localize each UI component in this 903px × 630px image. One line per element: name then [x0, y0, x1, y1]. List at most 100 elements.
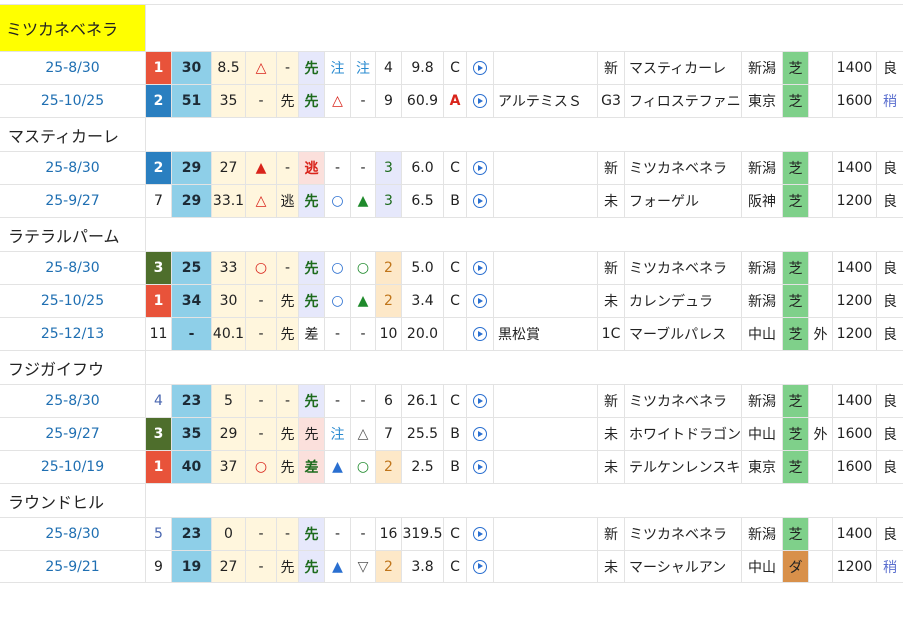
- finish-rank: 3: [145, 418, 171, 450]
- course: 新潟: [741, 285, 782, 317]
- distance: 1200: [832, 185, 876, 217]
- winner-name[interactable]: テルケンレンスキー: [624, 451, 741, 483]
- mark-3: ▲: [324, 451, 350, 483]
- running-position: 先: [298, 385, 324, 417]
- track-condition: 稍: [876, 551, 903, 582]
- video-play-button[interactable]: [466, 52, 493, 84]
- race-date-link[interactable]: 25-8/30: [0, 385, 145, 417]
- race-name: [493, 518, 597, 550]
- grade: C: [443, 518, 466, 550]
- video-play-button[interactable]: [466, 318, 493, 350]
- video-play-button[interactable]: [466, 152, 493, 184]
- video-play-button[interactable]: [466, 285, 493, 317]
- winner-name[interactable]: マーシャルアン: [624, 551, 741, 582]
- surface: 芝: [782, 85, 808, 117]
- grade: C: [443, 285, 466, 317]
- winner-name[interactable]: ミツカネベネラ: [624, 252, 741, 284]
- course: 新潟: [741, 252, 782, 284]
- finish-rank: 2: [145, 85, 171, 117]
- track-condition: 良: [876, 518, 903, 550]
- race-date-link[interactable]: 25-9/21: [0, 551, 145, 582]
- video-play-button[interactable]: [466, 551, 493, 582]
- race-date-link[interactable]: 25-10/25: [0, 285, 145, 317]
- odds: 26.1: [401, 385, 443, 417]
- popularity: 16: [375, 518, 401, 550]
- weight-value: 35: [211, 85, 245, 117]
- race-date-link[interactable]: 25-8/30: [0, 518, 145, 550]
- winner-name[interactable]: ミツカネベネラ: [624, 152, 741, 184]
- popularity: 2: [375, 451, 401, 483]
- running-position: 先: [298, 551, 324, 582]
- video-play-button[interactable]: [466, 185, 493, 217]
- course-extra: [808, 85, 832, 117]
- finish-rank: 1: [145, 451, 171, 483]
- weight-value: 8.5: [211, 52, 245, 84]
- course-extra: [808, 518, 832, 550]
- race-date-link[interactable]: 25-8/30: [0, 252, 145, 284]
- horse-name[interactable]: ミツカネベネラ: [0, 5, 145, 51]
- video-play-button[interactable]: [466, 385, 493, 417]
- grade: C: [443, 385, 466, 417]
- video-play-button[interactable]: [466, 418, 493, 450]
- winner-name[interactable]: ホワイトドラゴン: [624, 418, 741, 450]
- winner-name[interactable]: フォーゲル: [624, 185, 741, 217]
- play-circle-icon: [473, 527, 487, 541]
- distance: 1400: [832, 385, 876, 417]
- mark-2: 先: [276, 418, 298, 450]
- race-class: 新: [597, 52, 624, 84]
- race-name: [493, 451, 597, 483]
- mark-1: -: [245, 85, 276, 117]
- odds: 9.8: [401, 52, 443, 84]
- winner-name[interactable]: ミツカネベネラ: [624, 518, 741, 550]
- popularity: 2: [375, 252, 401, 284]
- odds: 5.0: [401, 252, 443, 284]
- table-row: 25-12/13 11-40.1- 先差 - -10 20.0 黒松賞 1C マーブルパレス 中山…: [0, 317, 903, 350]
- race-date-link[interactable]: 25-10/19: [0, 451, 145, 483]
- mark-1: ▲: [245, 152, 276, 184]
- race-date-link[interactable]: 25-8/30: [0, 152, 145, 184]
- video-play-button[interactable]: [466, 451, 493, 483]
- horse-number: 23: [171, 385, 211, 417]
- race-date-link[interactable]: 25-9/27: [0, 185, 145, 217]
- play-circle-icon: [473, 61, 487, 75]
- mark-2: 先: [276, 285, 298, 317]
- race-date-link[interactable]: 25-8/30: [0, 52, 145, 84]
- horse-name[interactable]: マスティカーレ: [0, 118, 119, 151]
- winner-name[interactable]: マーブルパレス: [624, 318, 741, 350]
- race-date-link[interactable]: 25-10/25: [0, 85, 145, 117]
- winner-name[interactable]: フィロステファニ: [624, 85, 741, 117]
- race-name: [493, 185, 597, 217]
- winner-name[interactable]: ミツカネベネラ: [624, 385, 741, 417]
- course: 東京: [741, 451, 782, 483]
- track-condition: 良: [876, 185, 903, 217]
- mark-4: ▲: [350, 185, 375, 217]
- mark-3: -: [324, 152, 350, 184]
- distance: 1200: [832, 285, 876, 317]
- winner-name[interactable]: マスティカーレ: [624, 52, 741, 84]
- winner-name[interactable]: カレンデュラ: [624, 285, 741, 317]
- running-position: 先: [298, 518, 324, 550]
- header-spacer: [145, 5, 903, 51]
- play-circle-icon: [473, 294, 487, 308]
- odds: 6.5: [401, 185, 443, 217]
- odds: 319.5: [401, 518, 443, 550]
- race-date-link[interactable]: 25-12/13: [0, 318, 145, 350]
- video-play-button[interactable]: [466, 85, 493, 117]
- horse-name[interactable]: ラテラルパーム: [0, 218, 120, 251]
- odds: 25.5: [401, 418, 443, 450]
- race-date-link[interactable]: 25-9/27: [0, 418, 145, 450]
- race-name: 黒松賞: [493, 318, 597, 350]
- race-class: 未: [597, 285, 624, 317]
- horse-number: 29: [171, 152, 211, 184]
- mark-2: 先: [276, 551, 298, 582]
- video-play-button[interactable]: [466, 252, 493, 284]
- distance: 1400: [832, 52, 876, 84]
- race-class: 1C: [597, 318, 624, 350]
- table-row: 25-9/21 9 19 27- 先先 ▲ ▽ 2 3.8 C 未マーシャルアン 中山ダ 1200 稍: [0, 550, 903, 583]
- play-circle-icon: [473, 261, 487, 275]
- horse-name[interactable]: フジガイフウ: [0, 351, 104, 384]
- popularity: 9: [375, 85, 401, 117]
- video-play-button[interactable]: [466, 518, 493, 550]
- popularity: 3: [375, 185, 401, 217]
- horse-name[interactable]: ラウンドヒル: [0, 484, 104, 517]
